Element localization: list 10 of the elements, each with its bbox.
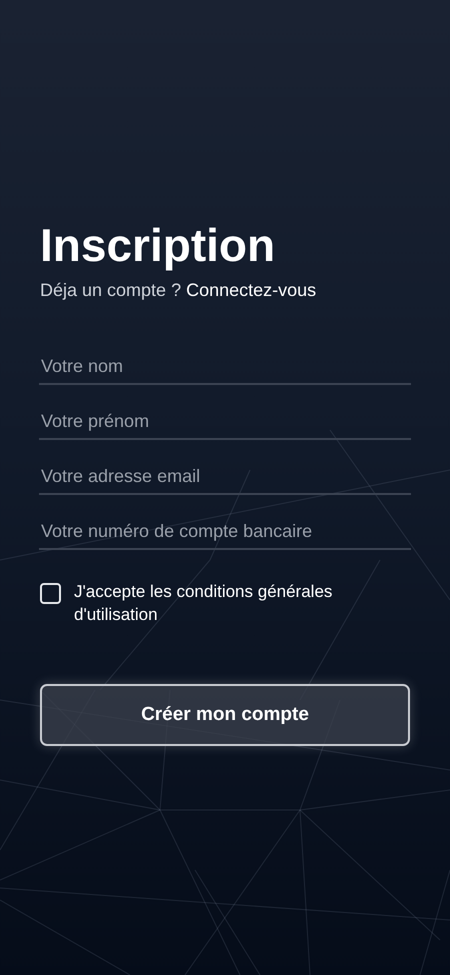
input-field[interactable]: Votre adresse email [39,459,411,495]
page-title: Inscription [40,218,276,272]
input-field[interactable]: Votre numéro de compte bancaire [39,514,411,550]
checkbox[interactable] [40,583,61,604]
create-account-button[interactable]: Créer mon compte [40,684,410,746]
prompt-text: Déja un compte ? [40,280,182,300]
input-field[interactable]: Votre nom [39,349,411,385]
login-link[interactable]: Connectez-vous [186,280,316,300]
input-field[interactable]: Votre prénom [39,404,411,440]
terms-label: J'accepte les conditions générales d'utilisation [74,581,334,626]
